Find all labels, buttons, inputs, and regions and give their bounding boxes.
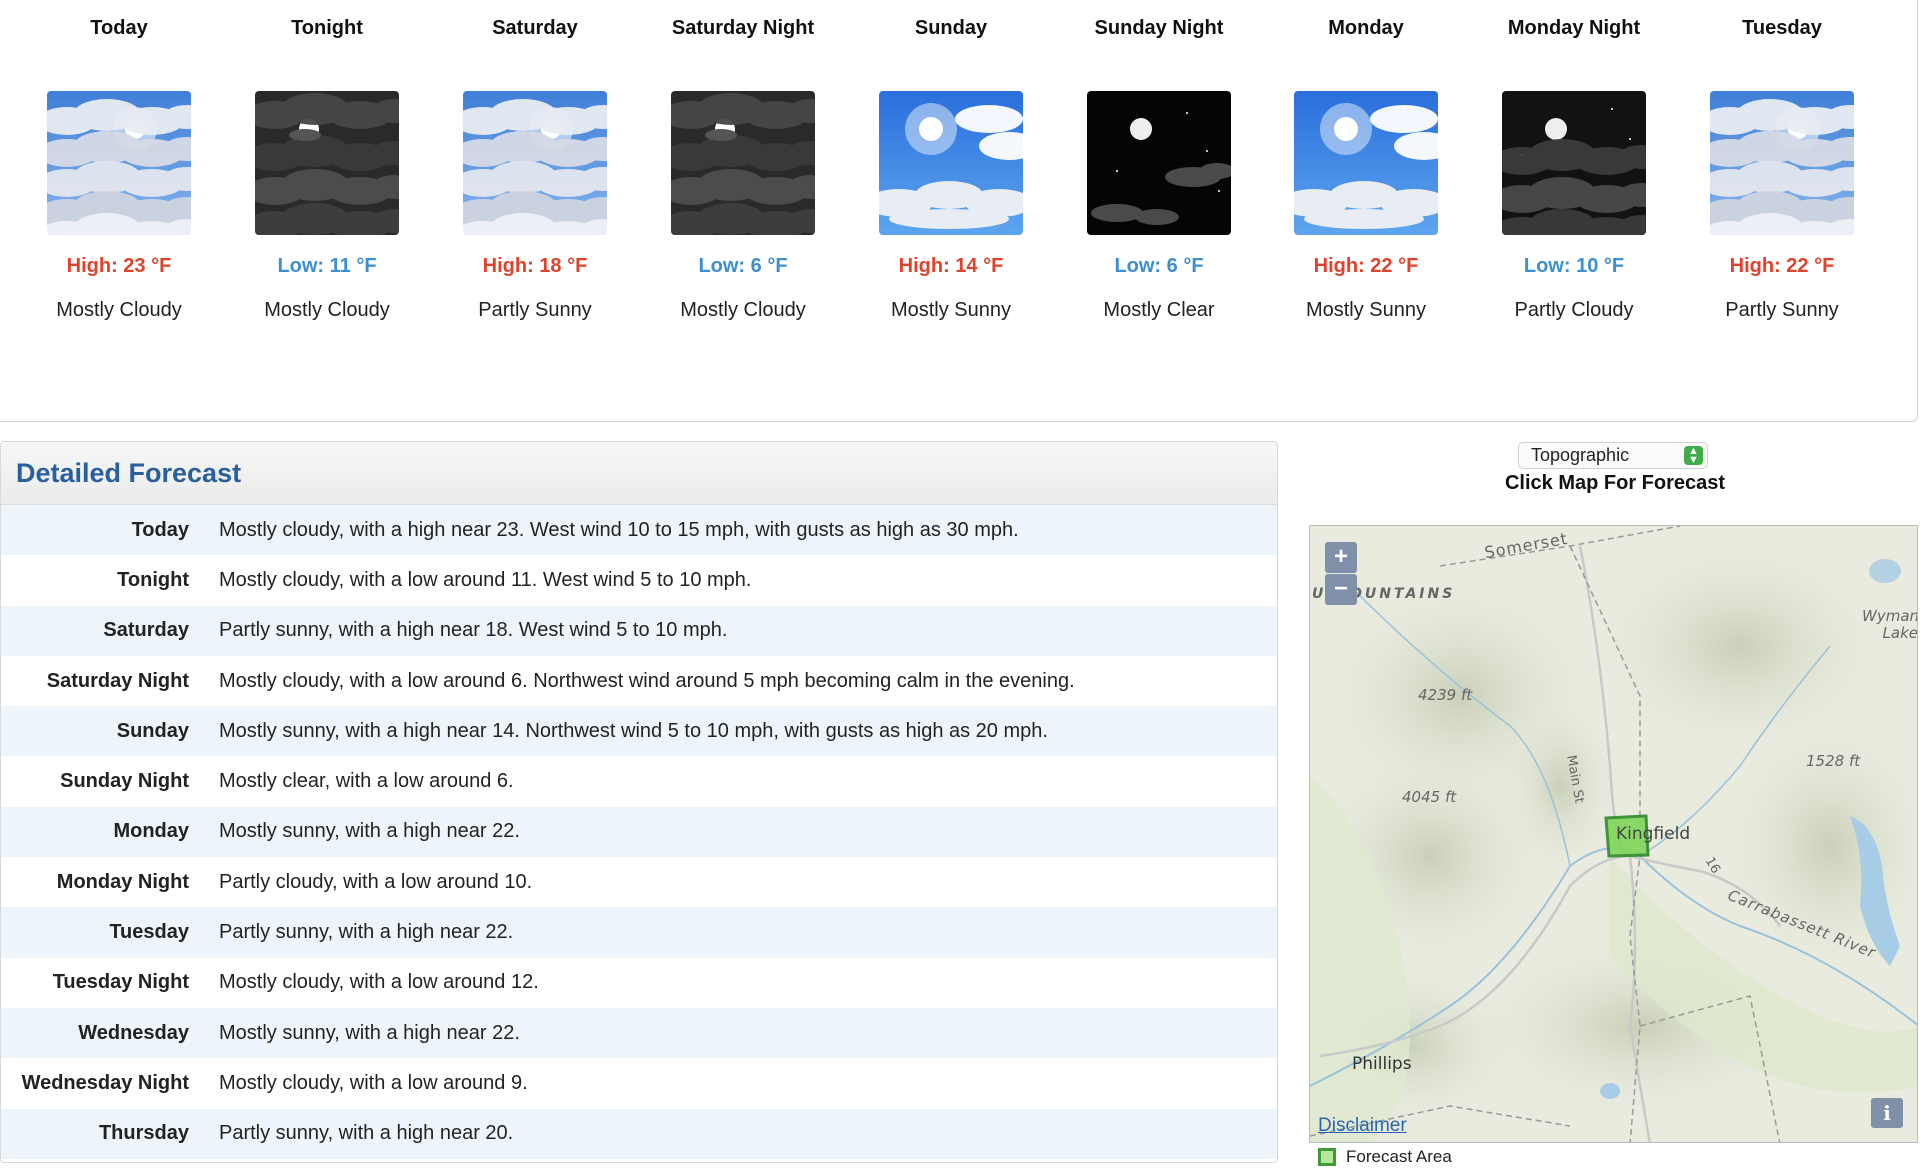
period-name: Monday Night <box>1507 17 1641 39</box>
map-layer-select-value: Topographic <box>1531 445 1630 465</box>
high-temperature: High: 23 °F <box>66 255 172 277</box>
short-forecast: Mostly Sunny <box>1305 299 1427 321</box>
high-temperature: High: 22 °F <box>1313 255 1419 277</box>
period-name: Monday <box>1328 17 1404 39</box>
detailed-forecast-text: Mostly cloudy, with a low around 12. <box>219 971 539 994</box>
partly-cloudy-day-icon[interactable] <box>47 91 191 235</box>
short-forecast: Partly Cloudy <box>1514 299 1634 321</box>
period-name: Tonight <box>291 17 363 39</box>
short-forecast: Mostly Cloudy <box>680 299 806 321</box>
disclaimer-link[interactable]: Disclaimer <box>1318 1115 1407 1137</box>
detailed-forecast-period: Saturday Night <box>46 669 189 692</box>
short-forecast: Mostly Sunny <box>890 299 1012 321</box>
legend-label: Forecast Area <box>1346 1147 1452 1166</box>
partly-cloudy-day-icon[interactable] <box>463 91 607 235</box>
detailed-forecast-row: Monday Mostly sunny, with a high near 22. <box>1 806 1277 858</box>
zoom-out-button[interactable]: − <box>1325 574 1357 605</box>
zoom-in-button[interactable]: + <box>1325 542 1357 573</box>
select-updown-icon: ▲ ▼ <box>1684 446 1703 466</box>
period-name: Sunday Night <box>1094 17 1224 39</box>
period-name: Today <box>90 17 148 39</box>
detailed-forecast-text: Mostly sunny, with a high near 22. <box>219 1021 520 1044</box>
detailed-forecast-row: Saturday Night Mostly cloudy, with a low … <box>1 655 1277 707</box>
low-temperature: Low: 11 °F <box>277 255 377 277</box>
forecast-strip: Today High: 23 °F Mostly Cloudy Tonight <box>0 0 1918 422</box>
low-temperature: Low: 6 °F <box>698 255 788 277</box>
detailed-forecast-row: Today Mostly cloudy, with a high near 23.… <box>1 505 1277 556</box>
clear-night-icon[interactable] <box>1087 91 1231 235</box>
detailed-forecast-period: Monday Night <box>56 870 189 893</box>
map-caption: Click Map For Forecast <box>1504 472 1726 494</box>
detailed-forecast-period: Wednesday Night <box>21 1071 189 1094</box>
detailed-forecast-text: Mostly sunny, with a high near 14. North… <box>219 719 1048 742</box>
detailed-forecast-period: Monday <box>113 820 189 843</box>
low-temperature: Low: 10 °F <box>1523 255 1625 277</box>
detailed-forecast-row: Tonight Mostly cloudy, with a low around … <box>1 555 1277 606</box>
period-name: Tuesday <box>1742 17 1822 39</box>
detailed-forecast-text: Partly cloudy, with a low around 10. <box>219 870 533 893</box>
detailed-forecast-row: Sunday Night Mostly clear, with a low aro… <box>1 756 1277 807</box>
detailed-forecast-row: Wednesday Mostly sunny, with a high near … <box>1 1007 1277 1059</box>
sunny-day-icon[interactable] <box>1294 91 1438 235</box>
detailed-forecast-text: Partly sunny, with a high near 20. <box>219 1122 514 1145</box>
partly-cloudy-night-icon[interactable] <box>1502 91 1646 235</box>
detailed-forecast-row: Saturday Partly sunny, with a high near 1… <box>1 605 1277 656</box>
detailed-forecast-row: Monday Night Partly cloudy, with a low ar… <box>1 857 1277 908</box>
detailed-forecast-period: Today <box>131 518 189 541</box>
detailed-forecast-period: Sunday <box>116 719 189 742</box>
map-label-elev-1528: 1528 ft <box>1806 752 1861 770</box>
detailed-forecast-text: Partly sunny, with a high near 22. <box>219 921 514 944</box>
detailed-forecast-text: Mostly sunny, with a high near 22. <box>219 820 520 843</box>
detailed-forecast-period: Thursday <box>98 1122 189 1145</box>
high-temperature: High: 22 °F <box>1729 255 1835 277</box>
detailed-forecast-period: Wednesday <box>78 1021 189 1044</box>
short-forecast: Mostly Clear <box>1103 299 1215 321</box>
map-terrain <box>1310 526 1917 1142</box>
high-temperature: High: 18 °F <box>482 255 588 277</box>
detailed-forecast-period: Tuesday Night <box>52 971 189 994</box>
detailed-forecast-row: Tuesday Partly sunny, with a high near 22… <box>1 907 1277 958</box>
partly-cloudy-day-icon[interactable] <box>1710 91 1854 235</box>
detailed-forecast-text: Mostly cloudy, with a low around 6. Nort… <box>219 669 1075 692</box>
detailed-forecast-panel: Detailed Forecast Today Mostly cloudy, wi… <box>0 441 1278 1163</box>
short-forecast: Mostly Cloudy <box>56 299 182 321</box>
detailed-forecast-period: Tonight <box>117 568 189 591</box>
detailed-forecast-period: Sunday Night <box>60 770 189 793</box>
cloudy-night-icon[interactable] <box>671 91 815 235</box>
detailed-forecast-text: Mostly clear, with a low around 6. <box>219 770 514 793</box>
forecast-area-swatch-icon <box>1318 1148 1336 1166</box>
map-label-elev-4239: 4239 ft <box>1418 686 1473 704</box>
cloudy-night-icon[interactable] <box>255 91 399 235</box>
detailed-forecast-text: Mostly cloudy, with a low around 9. <box>219 1071 528 1094</box>
map-label-wyman-lake: Wyman Lake <box>1862 607 1918 642</box>
detailed-forecast-row: Thursday Partly sunny, with a high near 2… <box>1 1108 1277 1159</box>
detailed-forecast-period: Saturday <box>103 619 189 642</box>
forecast-map[interactable]: Somerset U OUNTAINS Wyman Lake 4239 ft 4… <box>1309 525 1918 1143</box>
map-layer-select[interactable]: Topographic ▲ ▼ <box>1518 442 1708 469</box>
period-name: Sunday <box>914 17 988 39</box>
detailed-forecast-row: Sunday Mostly sunny, with a high near 14.… <box>1 706 1277 757</box>
low-temperature: Low: 6 °F <box>1114 255 1204 277</box>
detailed-forecast-text: Mostly cloudy, with a low around 11. Wes… <box>219 568 752 591</box>
period-name: Saturday <box>492 17 578 39</box>
detailed-forecast-period: Tuesday <box>109 921 189 944</box>
short-forecast: Partly Sunny <box>1725 299 1839 321</box>
sunny-day-icon[interactable] <box>879 91 1023 235</box>
short-forecast: Partly Sunny <box>478 299 592 321</box>
detailed-forecast-row: Tuesday Night Mostly cloudy, with a low a… <box>1 957 1277 1008</box>
info-button[interactable]: i <box>1871 1098 1903 1128</box>
detailed-forecast-text: Partly sunny, with a high near 18. West … <box>219 619 728 642</box>
detailed-forecast-title: Detailed Forecast <box>1 442 1277 505</box>
map-legend: Forecast Area <box>1318 1147 1452 1167</box>
map-label-phillips: Phillips <box>1352 1054 1412 1074</box>
detailed-forecast-row: Wednesday Night Mostly cloudy, with a low… <box>1 1058 1277 1109</box>
detailed-forecast-list: Today Mostly cloudy, with a high near 23.… <box>1 505 1277 1159</box>
high-temperature: High: 14 °F <box>898 255 1004 277</box>
short-forecast: Mostly Cloudy <box>264 299 390 321</box>
map-label-elev-4045: 4045 ft <box>1402 788 1457 806</box>
map-label-kingfield: Kingfield <box>1616 824 1691 844</box>
period-name: Saturday Night <box>671 17 815 39</box>
detailed-forecast-text: Mostly cloudy, with a high near 23. West… <box>219 518 1019 541</box>
